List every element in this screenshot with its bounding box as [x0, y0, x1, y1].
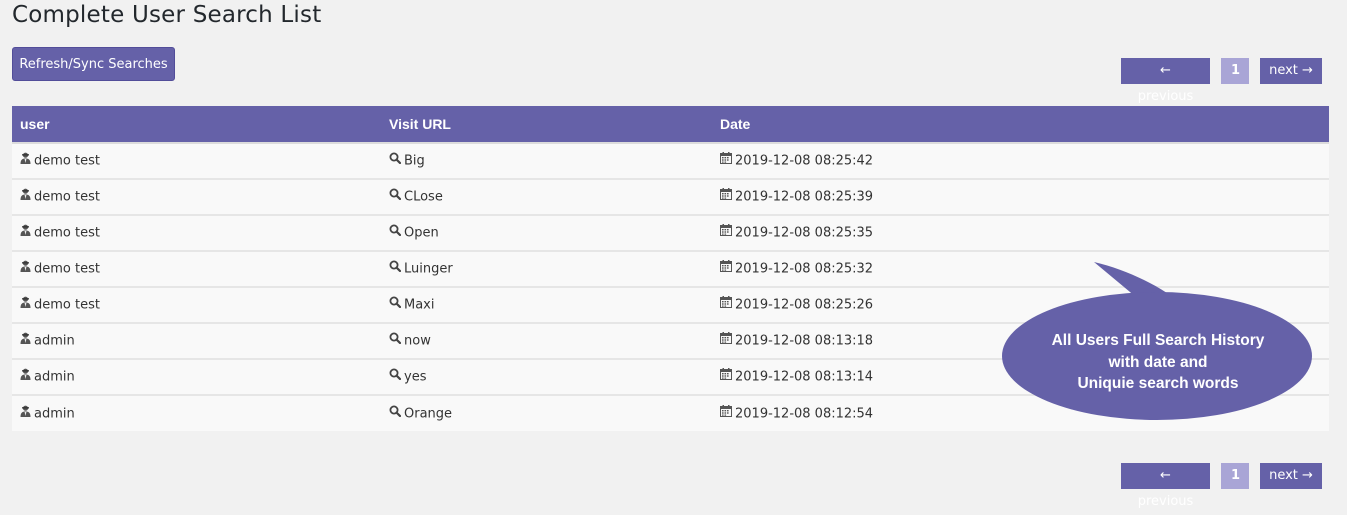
page-number-button[interactable]: 1 [1221, 58, 1249, 84]
user-secret-icon [20, 188, 31, 204]
calendar-icon [720, 332, 732, 348]
search-icon [389, 188, 402, 204]
user-cell: demo test [12, 179, 377, 215]
search-date: 2019-12-08 08:12:54 [735, 406, 874, 421]
user-name: demo test [34, 225, 100, 241]
search-date: 2019-12-08 08:13:14 [735, 369, 874, 385]
search-icon [389, 260, 402, 276]
callout-text: All Users Full Search History with date … [1002, 330, 1314, 395]
calendar-icon [720, 224, 732, 240]
search-term: Maxi [404, 297, 435, 313]
column-header-user[interactable]: user [12, 106, 377, 143]
search-term: yes [404, 369, 427, 385]
search-icon [389, 296, 402, 312]
page-title: Complete User Search List [12, 2, 322, 28]
table-header: user Visit URL Date [12, 106, 1329, 143]
user-secret-icon [20, 332, 31, 348]
url-cell: Luinger [377, 251, 708, 287]
url-cell: Open [377, 215, 708, 251]
user-secret-icon [20, 368, 31, 384]
user-secret-icon [20, 260, 31, 276]
user-secret-icon [20, 405, 31, 421]
previous-page-button[interactable]: ← previous [1121, 58, 1210, 104]
search-icon [389, 368, 402, 384]
user-cell: admin [12, 323, 377, 359]
search-icon [389, 332, 402, 348]
user-cell: demo test [12, 143, 377, 179]
calendar-icon [720, 260, 732, 276]
column-header-date[interactable]: Date [708, 106, 1329, 143]
table-row: demo test Luinger 2019-12-08 08:25:32 [12, 251, 1329, 287]
user-secret-icon [20, 152, 31, 168]
user-cell: admin [12, 359, 377, 395]
previous-page-button[interactable]: ← previous [1121, 463, 1210, 509]
user-name: demo test [34, 261, 100, 277]
url-cell: Maxi [377, 287, 708, 323]
table-row: admin Orange 2019-12-08 08:12:54 [12, 395, 1329, 431]
next-page-button[interactable]: next → [1260, 58, 1322, 84]
table-row: demo test Big 2019-12-08 08:25:42 [12, 143, 1329, 179]
search-date: 2019-12-08 08:13:18 [735, 333, 874, 349]
pagination-top: ← previous 1 next → [1121, 58, 1322, 104]
url-cell: yes [377, 359, 708, 395]
user-secret-icon [20, 224, 31, 240]
calendar-icon [720, 296, 732, 312]
url-cell: Big [377, 143, 708, 179]
table-row: demo test Maxi 2019-12-08 08:25:26 [12, 287, 1329, 323]
search-date: 2019-12-08 08:25:32 [735, 261, 874, 277]
search-term: Big [404, 153, 425, 169]
column-header-visit-url[interactable]: Visit URL [377, 106, 708, 143]
search-icon [389, 152, 402, 168]
table-row: demo test Open 2019-12-08 08:25:35 [12, 215, 1329, 251]
user-name: demo test [34, 297, 100, 313]
calendar-icon [720, 368, 732, 384]
search-date: 2019-12-08 08:25:42 [735, 153, 874, 169]
user-name: demo test [34, 153, 100, 169]
user-cell: demo test [12, 251, 377, 287]
user-cell: demo test [12, 287, 377, 323]
url-cell: Orange [377, 395, 708, 431]
search-date: 2019-12-08 08:25:26 [735, 297, 874, 313]
user-secret-icon [20, 296, 31, 312]
calendar-icon [720, 404, 732, 421]
date-cell: 2019-12-08 08:25:35 [708, 215, 1329, 251]
pagination-bottom: ← previous 1 next → [1121, 463, 1322, 509]
user-name: admin [34, 406, 75, 421]
search-date: 2019-12-08 08:25:35 [735, 225, 874, 241]
callout-line-2: with date and [1108, 353, 1208, 371]
url-cell: CLose [377, 179, 708, 215]
search-icon [389, 224, 402, 240]
calendar-icon [720, 152, 732, 168]
search-date: 2019-12-08 08:25:39 [735, 189, 874, 205]
table-row: demo test CLose 2019-12-08 08:25:39 [12, 179, 1329, 215]
callout-line-1: All Users Full Search History [1051, 332, 1265, 349]
date-cell: 2019-12-08 08:25:32 [708, 251, 1329, 287]
date-cell: 2019-12-08 08:25:42 [708, 143, 1329, 179]
search-term: Open [404, 225, 439, 241]
user-name: admin [34, 369, 75, 385]
search-term: CLose [404, 189, 443, 205]
user-name: admin [34, 333, 75, 349]
user-cell: demo test [12, 215, 377, 251]
user-name: demo test [34, 189, 100, 205]
search-term: Orange [404, 406, 453, 421]
date-cell: 2019-12-08 08:25:26 [708, 287, 1329, 323]
date-cell: 2019-12-08 08:12:54 [708, 395, 1329, 431]
refresh-sync-button[interactable]: Refresh/Sync Searches [12, 47, 175, 81]
next-page-button[interactable]: next → [1260, 463, 1322, 489]
user-cell: admin [12, 395, 377, 431]
search-term: now [404, 333, 431, 349]
calendar-icon [720, 188, 732, 204]
url-cell: now [377, 323, 708, 359]
page-number-button[interactable]: 1 [1221, 463, 1249, 489]
search-term: Luinger [404, 261, 453, 277]
date-cell: 2019-12-08 08:25:39 [708, 179, 1329, 215]
callout-line-3: Uniquie search words [1077, 375, 1239, 392]
search-icon [389, 405, 402, 421]
